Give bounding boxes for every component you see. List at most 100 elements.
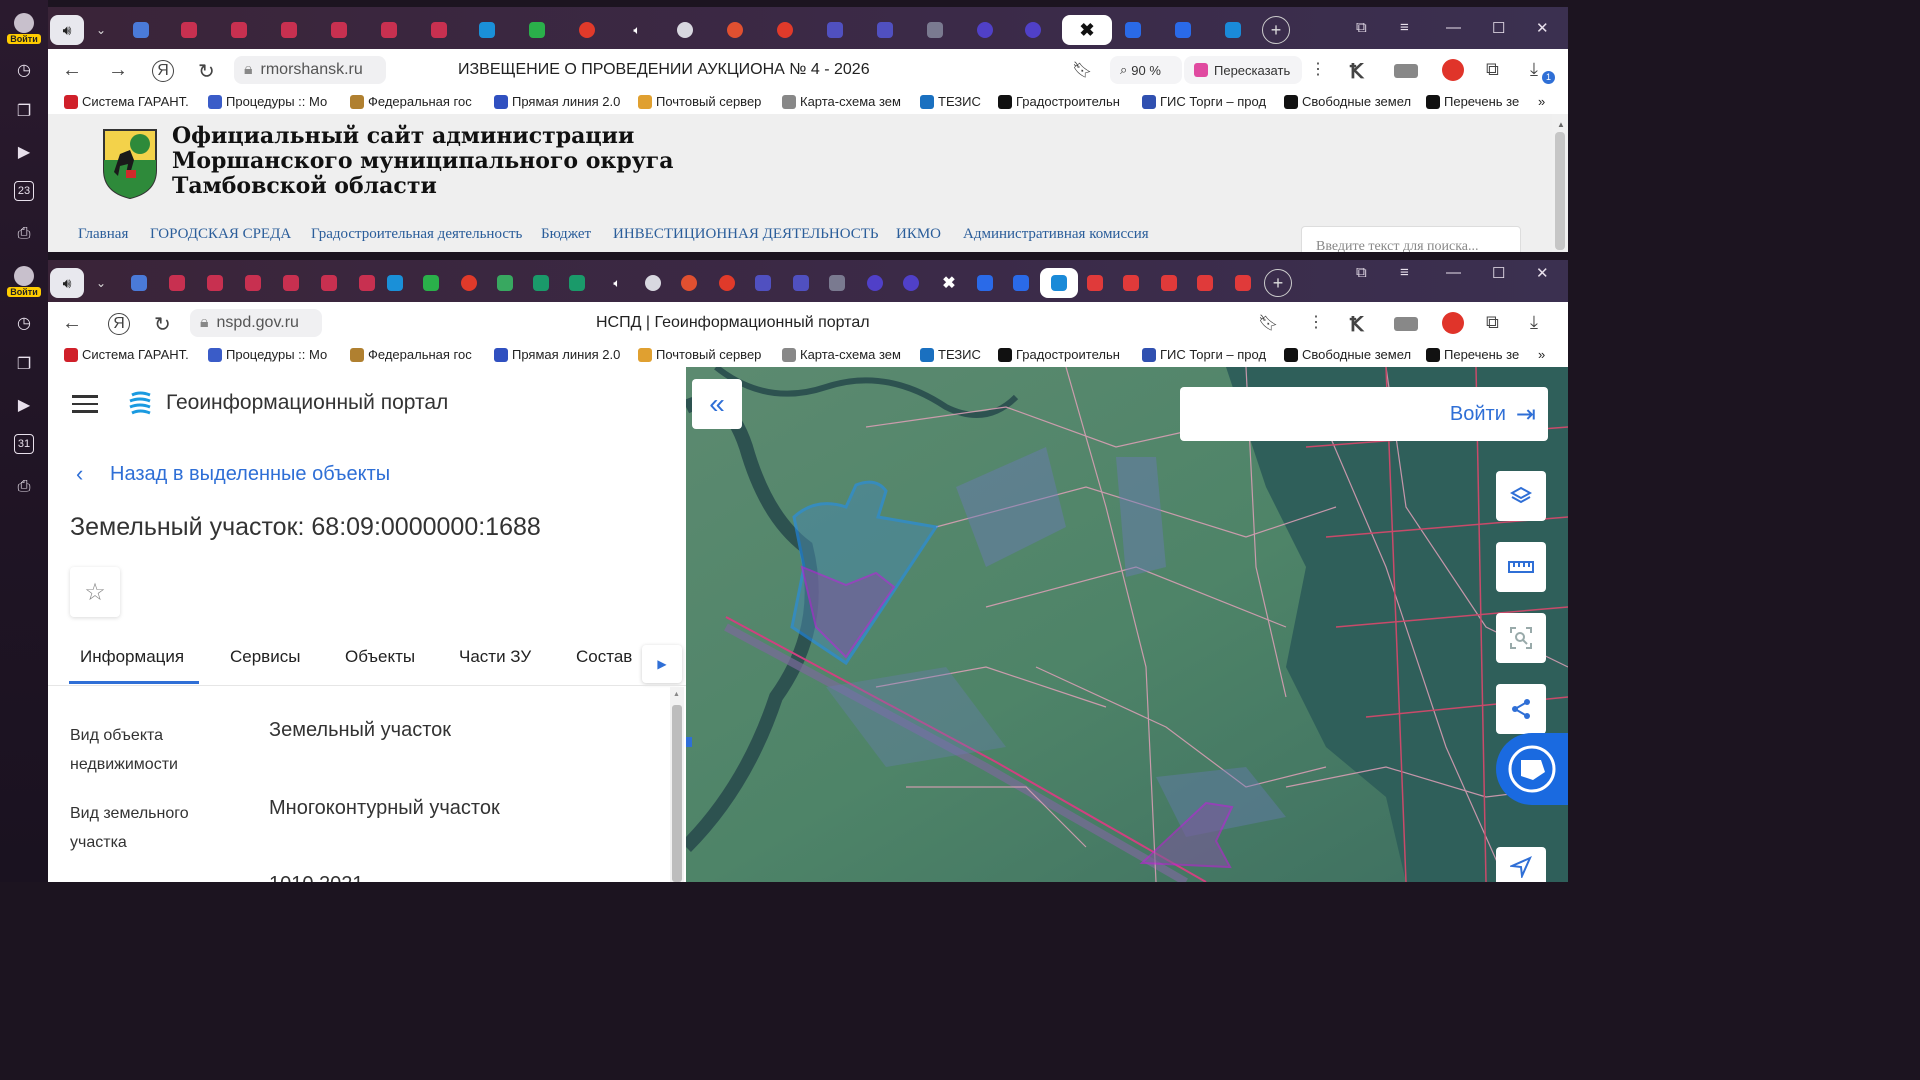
tab-yandex-1[interactable] (570, 15, 604, 45)
tab-tezis[interactable] (470, 15, 504, 45)
tab-scales[interactable] (820, 268, 854, 298)
bookmark-page-icon[interactable]: 🔖︎ (1072, 60, 1092, 80)
tab-eagle-2[interactable] (868, 15, 902, 45)
new-tab-button[interactable]: + (1262, 16, 1290, 44)
tab-pdf-4[interactable] (1188, 268, 1222, 298)
tab-active-nspd[interactable] (1040, 268, 1078, 298)
screenshot-icon[interactable]: ⎙ (12, 222, 36, 246)
sound-tab-button[interactable]: 🔊︎ (50, 15, 84, 45)
collapse-panel-button[interactable]: « (692, 379, 742, 429)
tab-garant-1[interactable] (160, 268, 194, 298)
translate-icon[interactable]: ⧉ (1486, 59, 1499, 80)
site-menu-investment[interactable]: ИНВЕСТИЦИОННАЯ ДЕЯТЕЛЬНОСТЬ (613, 226, 879, 243)
share-button[interactable] (1496, 684, 1546, 734)
yandex-logo-icon[interactable]: Я (152, 60, 174, 82)
extension-icon[interactable] (1394, 64, 1418, 78)
tab-eagle-1[interactable] (818, 15, 852, 45)
tab-emblem[interactable] (668, 15, 702, 45)
tab-active-rmorshansk[interactable]: ✖ (1062, 15, 1112, 45)
scrollbar-thumb[interactable] (672, 705, 682, 882)
tab-garant-4[interactable] (274, 268, 308, 298)
bookmark-item[interactable]: Свободные земел (1284, 94, 1411, 109)
tab-garant-2[interactable] (198, 268, 232, 298)
back-to-selected-link[interactable]: Назад в выделенные объекты (110, 463, 390, 486)
chevron-left-icon[interactable]: ‹ (76, 461, 83, 487)
tab-garant-2[interactable] (222, 15, 256, 45)
history-icon[interactable]: ◷ (12, 311, 36, 335)
tab-joomla[interactable]: ✖ (932, 268, 966, 298)
tab-garant-1[interactable] (172, 15, 206, 45)
tab-yandex-2[interactable] (768, 15, 802, 45)
tab-planet-1[interactable] (968, 15, 1002, 45)
scroll-up-icon[interactable]: ▲ (673, 691, 680, 698)
tab-garant-6[interactable] (422, 15, 456, 45)
video-icon[interactable]: ▶ (12, 140, 36, 164)
yandex-logo-icon[interactable]: Я (108, 313, 130, 335)
hamburger-menu-icon[interactable] (72, 395, 98, 413)
login-button[interactable]: Войти ⇥ (1180, 387, 1548, 441)
scrollbar-thumb[interactable] (1555, 132, 1565, 250)
bookmark-item[interactable]: Система ГАРАНТ. (64, 94, 189, 109)
url-field[interactable]: 🔒︎ rmorshansk.ru (234, 56, 386, 84)
tab-composition[interactable]: Состав (576, 647, 632, 667)
tab-shield-1[interactable] (524, 268, 558, 298)
sound-tab-button[interactable]: 🔊︎ (50, 268, 84, 298)
calendar-icon[interactable]: 23 (14, 181, 34, 201)
bookmark-item[interactable]: ГИС Торги – прод (1142, 94, 1266, 109)
site-menu-urban-planning[interactable]: Градостроительная деятельность (311, 226, 522, 243)
tab-services[interactable]: Сервисы (230, 647, 300, 667)
close-window-button[interactable]: ✕ (1536, 19, 1549, 37)
tab-pdf-2[interactable] (1114, 268, 1148, 298)
tab-planet-2[interactable] (1016, 15, 1050, 45)
bookmark-item[interactable]: Прямая линия 2.0 (494, 94, 620, 109)
bookmark-manager-icon[interactable]: ⧉ (1356, 264, 1367, 281)
tab-garant-4[interactable] (322, 15, 356, 45)
bookmarks-overflow-icon[interactable]: » (1538, 94, 1545, 109)
tab-yandex-2[interactable] (710, 268, 744, 298)
download-icon[interactable]: ⤓ (1530, 312, 1538, 333)
tab-audio[interactable]: 🔈︎ (620, 15, 654, 45)
favorite-star-button[interactable]: ☆ (70, 567, 120, 617)
bookmark-item[interactable]: ТЕЗИС (920, 94, 981, 109)
tab-pdf-5[interactable] (1226, 268, 1260, 298)
tab-gosuslugi[interactable] (122, 268, 156, 298)
bookmark-item[interactable]: Карта-схема зем (782, 347, 901, 362)
extension-icon[interactable] (1394, 317, 1418, 331)
site-menu-home[interactable]: Главная (78, 226, 128, 243)
site-menu-budget[interactable]: Бюджет (541, 226, 591, 243)
video-icon[interactable]: ▶ (12, 393, 36, 417)
back-arrow-icon[interactable]: ← (62, 59, 82, 82)
panel-scrollbar[interactable]: ▲ (670, 687, 684, 882)
new-tab-button[interactable]: + (1264, 269, 1292, 297)
translate-icon[interactable]: ⧉ (1486, 312, 1499, 333)
retell-button[interactable]: Пересказать (1184, 56, 1302, 84)
bookmark-item[interactable]: Перечень зе (1426, 94, 1519, 109)
more-icon[interactable]: ⋮ (1308, 312, 1324, 332)
tab-mail-1[interactable] (1116, 15, 1150, 45)
tab-vv[interactable] (414, 268, 448, 298)
tab-list-dropdown[interactable]: ⌄ (84, 15, 118, 45)
bookmark-item[interactable]: Процедуры :: Мо (208, 347, 327, 362)
history-icon[interactable]: ◷ (12, 58, 36, 82)
adblock-icon[interactable] (1442, 59, 1464, 81)
tab-planet-1[interactable] (858, 268, 892, 298)
area-search-button[interactable] (1496, 613, 1546, 663)
reload-icon[interactable]: ↻ (198, 59, 215, 84)
tab-vv[interactable] (520, 15, 554, 45)
more-icon[interactable]: ⋮ (1310, 59, 1326, 79)
bookmark-item[interactable]: Почтовый сервер (638, 347, 761, 362)
bookmark-item[interactable]: Процедуры :: Мо (208, 94, 327, 109)
geolocation-button[interactable] (1496, 847, 1546, 882)
tab-mountain[interactable] (672, 268, 706, 298)
tab-list-dropdown[interactable]: ⌄ (84, 268, 118, 298)
minimize-button[interactable]: — (1446, 19, 1461, 36)
download-icon[interactable]: ⤓ (1530, 59, 1538, 80)
bookmark-item[interactable]: ГИС Торги – прод (1142, 347, 1266, 362)
tab-eagle-1[interactable] (746, 268, 780, 298)
site-menu-admin-commission[interactable]: Административная комиссия (963, 226, 1149, 243)
bookmark-item[interactable]: Перечень зе (1426, 347, 1519, 362)
bookmark-item[interactable]: Федеральная гос (350, 94, 472, 109)
bookmark-item[interactable]: Федеральная гос (350, 347, 472, 362)
bookmark-item[interactable]: ТЕЗИС (920, 347, 981, 362)
tab-mountain[interactable] (718, 15, 752, 45)
